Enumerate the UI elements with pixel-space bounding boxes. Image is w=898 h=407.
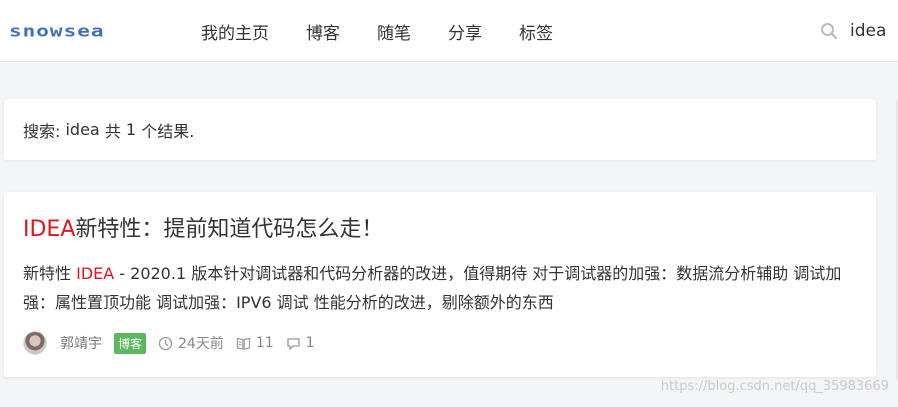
search-box	[820, 0, 888, 62]
read-count: 11	[255, 335, 274, 351]
logo-text: snowsea	[9, 21, 105, 41]
avatar[interactable]	[23, 331, 47, 355]
snippet-before: 新特性	[23, 264, 77, 283]
nav-item-home[interactable]: 我的主页	[201, 19, 269, 44]
site-logo[interactable]: snowsea	[9, 18, 105, 44]
result-title-link[interactable]: IDEA新特性：提前知道代码怎么走！	[23, 211, 383, 243]
book-icon	[236, 336, 251, 351]
summary-suffix: 个结果.	[136, 121, 195, 141]
post-time: 24天前	[178, 336, 224, 352]
nav-item-blog[interactable]: 博客	[306, 19, 340, 44]
search-input[interactable]	[850, 21, 888, 41]
title-text: 新特性：提前知道代码怎么走！	[75, 217, 384, 242]
comment-icon[interactable]	[286, 336, 301, 351]
comment-count[interactable]: 1	[306, 335, 315, 351]
watermark: https://blog.csdn.net/qq_35983669	[660, 379, 889, 394]
result-snippet: 新特性 IDEA - 2020.1 版本针对调试器和代码分析器的改进，值得期待 …	[23, 259, 863, 317]
snippet-after: - 2020.1 版本针对调试器和代码分析器的改进，值得期待 对于调试器的加强：…	[23, 264, 842, 312]
summary-prefix: 搜索:	[23, 121, 66, 141]
result-meta: 郭靖宇 博客 24天前 11 1	[23, 330, 327, 356]
main-nav: 我的主页 博客 随笔 分享 标签	[201, 0, 590, 62]
clock-icon	[158, 336, 173, 351]
summary-middle: 共	[99, 121, 126, 141]
nav-item-tags[interactable]: 标签	[519, 19, 553, 44]
nav-item-essays[interactable]: 随笔	[377, 19, 411, 44]
nav-item-share[interactable]: 分享	[448, 19, 482, 44]
search-summary: 搜索: idea 共 1 个结果.	[4, 99, 876, 160]
title-highlight: IDEA	[23, 217, 76, 242]
search-result-card: IDEA新特性：提前知道代码怎么走！ 新特性 IDEA - 2020.1 版本针…	[4, 192, 876, 377]
top-navbar: snowsea 我的主页 博客 随笔 分享 标签	[0, 0, 898, 62]
search-icon[interactable]	[820, 22, 838, 40]
snippet-highlight: IDEA	[76, 264, 115, 283]
author-name[interactable]: 郭靖宇	[60, 333, 102, 353]
summary-query: idea	[65, 120, 100, 139]
summary-count: 1	[125, 120, 137, 139]
category-badge: 博客	[114, 332, 147, 354]
